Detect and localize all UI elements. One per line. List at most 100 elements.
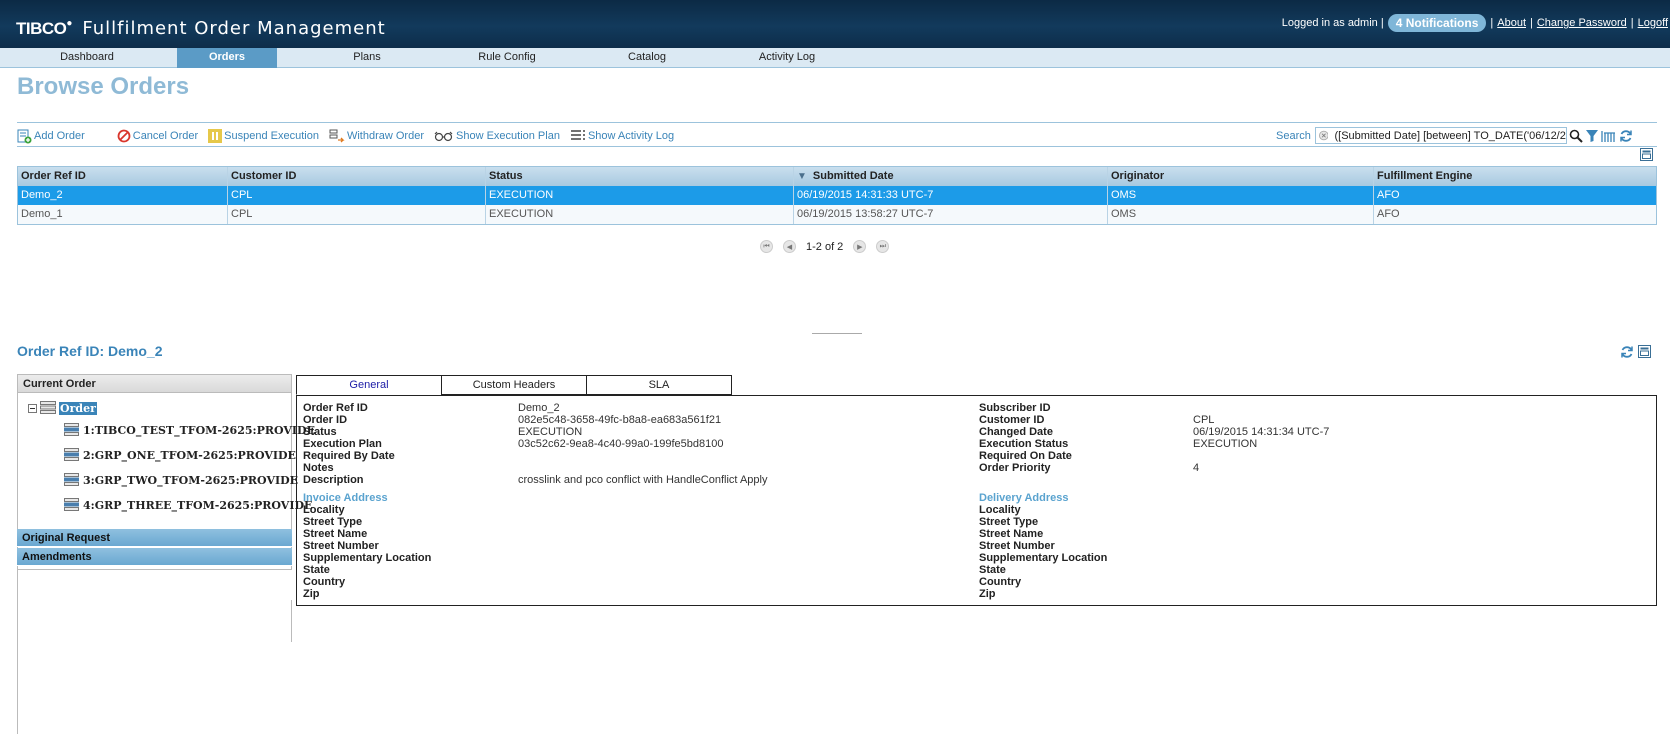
field-label: Status xyxy=(303,426,337,438)
show-execution-plan-button[interactable]: Show Execution Plan xyxy=(434,130,560,142)
table-cell: Demo_1 xyxy=(18,205,228,224)
prev-page-button[interactable]: ◀ xyxy=(783,240,796,253)
tab-general[interactable]: General xyxy=(296,375,442,395)
amendments-header[interactable]: Amendments xyxy=(17,548,292,566)
field-label: Customer ID xyxy=(979,414,1045,426)
field-label: Changed Date xyxy=(979,426,1053,438)
table-header: Order Ref ID Customer ID Status ▼ Submitt… xyxy=(18,167,1656,186)
field-label: Subscriber ID xyxy=(979,402,1051,414)
user-bar: Logged in as admin | 4 Notifications | A… xyxy=(1282,14,1668,32)
tree-item[interactable]: 3:GRP_TWO_TFOM-2625:PROVIDE xyxy=(64,473,298,487)
column-header[interactable]: Order Ref ID xyxy=(18,167,228,186)
refresh-icon[interactable] xyxy=(1619,129,1633,143)
delivery-field-label: Country xyxy=(979,576,1022,588)
original-request-header[interactable]: Original Request xyxy=(17,529,292,547)
show-activity-log-button[interactable]: Show Activity Log xyxy=(570,129,674,143)
suspend-execution-label: Suspend Execution xyxy=(224,130,319,142)
glasses-icon xyxy=(434,131,453,142)
invoice-field-label: Country xyxy=(303,576,346,588)
field-label: Description xyxy=(303,474,364,486)
current-order-header[interactable]: Current Order xyxy=(18,375,291,393)
tree-item-label: 4:GRP_THREE_TFOM-2625:PROVIDE xyxy=(83,498,313,512)
brand: TIBCO● Fullfilment Order Management xyxy=(16,18,386,40)
invoice-field-label: Street Number xyxy=(303,540,379,552)
nav-catalog[interactable]: Catalog xyxy=(597,48,697,68)
plan-item-icon xyxy=(64,473,79,486)
tree-item[interactable]: 4:GRP_THREE_TFOM-2625:PROVIDE xyxy=(64,498,312,512)
panel-border xyxy=(291,600,292,642)
plan-item-icon xyxy=(64,423,79,436)
change-password-link[interactable]: Change Password xyxy=(1537,17,1627,29)
columns-icon[interactable] xyxy=(1601,129,1617,143)
search-icon[interactable] xyxy=(1569,129,1583,143)
refresh-icon[interactable] xyxy=(1620,345,1634,359)
field-label: Execution Status xyxy=(979,438,1069,450)
tab-sla[interactable]: SLA xyxy=(586,375,732,395)
filter-icon[interactable] xyxy=(1585,129,1599,143)
show-activity-log-label: Show Activity Log xyxy=(587,130,675,142)
page-title: Browse Orders xyxy=(17,73,190,100)
invoice-field-label: Zip xyxy=(303,588,320,600)
detail-actions xyxy=(1620,345,1651,359)
table-cell: CPL xyxy=(228,205,486,224)
table-row[interactable]: Demo_2 CPL EXECUTION 06/19/2015 14:31:33… xyxy=(18,186,1656,205)
last-page-icon: ⏭ xyxy=(879,242,886,250)
cancel-order-button[interactable]: Cancel Order xyxy=(117,129,198,143)
table-cell: 06/19/2015 13:58:27 UTC-7 xyxy=(794,205,1108,224)
tab-custom-headers[interactable]: Custom Headers xyxy=(441,375,587,395)
last-page-button[interactable]: ⏭ xyxy=(876,240,890,253)
withdraw-order-button[interactable]: Withdraw Order xyxy=(329,128,424,144)
nav-activity-log[interactable]: Activity Log xyxy=(737,48,837,68)
tree-root[interactable]: Order xyxy=(28,401,97,415)
column-header[interactable]: Status xyxy=(486,167,794,186)
tree-item-label: 2:GRP_ONE_TFOM-2625:PROVIDE xyxy=(83,448,296,462)
suspend-execution-button[interactable]: Suspend Execution xyxy=(208,129,319,143)
add-order-button[interactable]: Add Order xyxy=(17,129,85,144)
maximize-icon[interactable] xyxy=(1640,148,1653,161)
tree-item[interactable]: 2:GRP_ONE_TFOM-2625:PROVIDE xyxy=(64,448,296,462)
tibco-logo: TIBCO xyxy=(16,19,67,38)
search-area: Search ([Submitted Date] [between] TO_DA… xyxy=(1276,127,1633,144)
table-cell: EXECUTION xyxy=(486,186,794,205)
table-cell: OMS xyxy=(1108,205,1374,224)
clear-icon[interactable] xyxy=(1318,130,1329,141)
field-value: EXECUTION xyxy=(1193,438,1258,450)
table-row[interactable]: Demo_1 CPL EXECUTION 06/19/2015 13:58:27… xyxy=(18,205,1656,224)
notifications-badge[interactable]: 4 Notifications xyxy=(1387,14,1487,32)
field-label: Order ID xyxy=(303,414,348,426)
column-header-sorted[interactable]: ▼ Submitted Date xyxy=(794,167,1108,186)
divider xyxy=(17,122,1657,123)
detail-title: Order Ref ID: Demo_2 xyxy=(17,343,163,359)
column-header[interactable]: Customer ID xyxy=(228,167,486,186)
next-page-button[interactable]: ▶ xyxy=(853,240,867,253)
field-value: crosslink and pco conflict with HandleCo… xyxy=(518,474,768,486)
field-value: CPL xyxy=(1193,414,1215,426)
nav-dashboard[interactable]: Dashboard xyxy=(38,48,136,68)
nav-plans[interactable]: Plans xyxy=(317,48,417,68)
nav-rule-config[interactable]: Rule Config xyxy=(457,48,557,68)
invoice-field-label: Supplementary Location xyxy=(303,552,432,564)
field-label: Order Priority xyxy=(979,462,1051,474)
pager: ⏮ ◀ 1-2 of 2 ▶ ⏭ xyxy=(760,240,890,253)
first-page-button[interactable]: ⏮ xyxy=(760,240,773,253)
tree-item[interactable]: 1:TIBCO_TEST_TFOM-2625:PROVIDE xyxy=(64,423,315,437)
column-header[interactable]: Fulfillment Engine xyxy=(1374,167,1656,186)
table-cell: Demo_2 xyxy=(18,186,228,205)
tree-item-label: 1:TIBCO_TEST_TFOM-2625:PROVIDE xyxy=(83,423,315,437)
about-link[interactable]: About xyxy=(1497,17,1526,29)
nav-orders[interactable]: Orders xyxy=(177,48,277,68)
panel-splitter[interactable] xyxy=(812,333,862,334)
invoice-field-label: Locality xyxy=(303,504,345,516)
divider xyxy=(17,146,1657,147)
maximize-icon[interactable] xyxy=(1638,345,1651,358)
column-header-label: Submitted Date xyxy=(812,170,894,182)
search-input[interactable]: ([Submitted Date] [between] TO_DATE('06/… xyxy=(1314,127,1567,144)
logoff-link[interactable]: Logoff xyxy=(1638,17,1668,29)
table-cell: 06/19/2015 14:31:33 UTC-7 xyxy=(794,186,1108,205)
orders-table: Order Ref ID Customer ID Status ▼ Submitt… xyxy=(17,166,1657,225)
collapse-icon[interactable] xyxy=(28,403,37,413)
column-header[interactable]: Originator xyxy=(1108,167,1374,186)
delivery-field-label: Zip xyxy=(979,588,996,600)
separator: | xyxy=(1630,17,1634,29)
first-page-icon: ⏮ xyxy=(763,242,770,250)
